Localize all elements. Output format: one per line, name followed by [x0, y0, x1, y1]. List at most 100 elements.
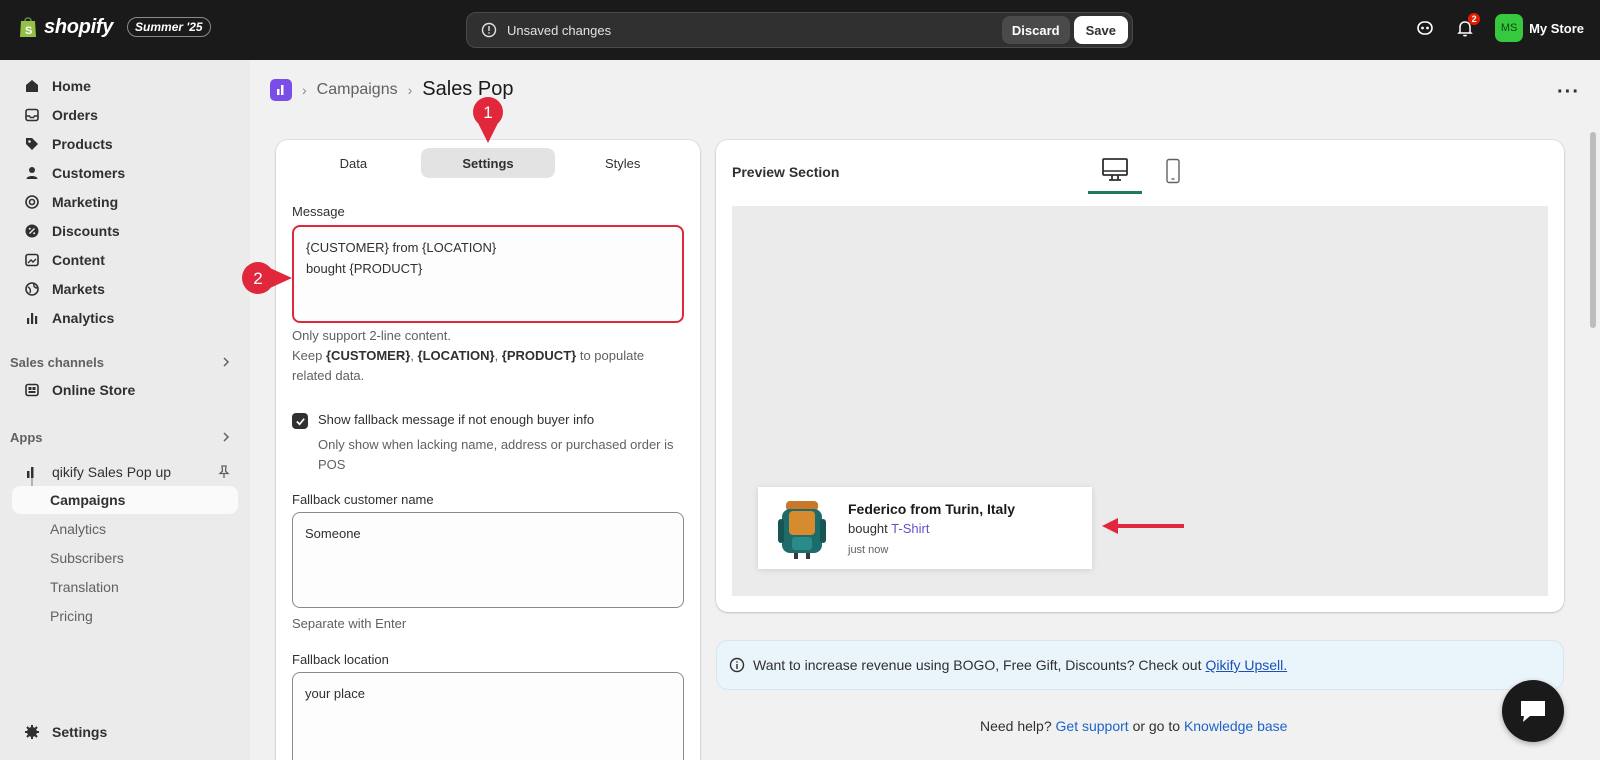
sidebar-item-marketing[interactable]: Marketing — [12, 188, 238, 216]
settings-card: Data Settings Styles Message {CUSTOMER} … — [276, 140, 700, 760]
sidebar-item-customers[interactable]: Customers — [12, 159, 238, 187]
save-button[interactable]: Save — [1073, 16, 1128, 44]
top-bar: S shopify Summer '25 Unsaved changes Dis… — [0, 0, 1600, 60]
pin-icon[interactable] — [216, 464, 232, 480]
sidebar-item-label: Discounts — [52, 223, 120, 239]
more-actions-icon[interactable]: ··· — [1557, 81, 1580, 104]
message-help-line-1: Only support 2-line content. — [292, 328, 451, 343]
sales-popup-preview[interactable]: Federico from Turin, Italy bought T-Shir… — [758, 487, 1092, 569]
sidebar-item-home[interactable]: Home — [12, 72, 238, 100]
fallback-name-textarea[interactable]: Someone — [292, 512, 684, 608]
popup-text: Federico from Turin, Italy bought T-Shir… — [848, 501, 1015, 556]
sidebar-subitem-analytics[interactable]: Analytics — [12, 515, 238, 543]
top-icons: 2 MS My Store — [1415, 13, 1584, 42]
chat-icon — [1521, 701, 1545, 722]
step-1-marker: 1 — [473, 97, 503, 143]
tab-settings[interactable]: Settings — [420, 148, 556, 178]
knowledge-base-link[interactable]: Knowledge base — [1184, 718, 1288, 734]
sidekick-icon[interactable] — [1415, 18, 1435, 38]
token-product: {PRODUCT} — [501, 348, 577, 363]
mobile-icon — [1166, 158, 1180, 184]
tag-icon — [26, 138, 38, 150]
sidebar-item-label: Settings — [52, 724, 108, 740]
sidebar: Home Orders Products Customers Marketing… — [0, 60, 250, 760]
preview-area: Federico from Turin, Italy bought T-Shir… — [732, 206, 1548, 596]
store-icon — [25, 383, 39, 397]
sidebar-subitem-campaigns[interactable]: Campaigns — [12, 486, 238, 514]
check-icon — [295, 417, 305, 425]
discard-button[interactable]: Discard — [1001, 16, 1070, 44]
globe-icon — [25, 282, 39, 296]
sidebar-item-orders[interactable]: Orders — [12, 101, 238, 129]
preview-card: Preview Section Federico from Turin, Ita… — [716, 140, 1564, 612]
popup-time: just now — [848, 543, 889, 556]
token-customer: {CUSTOMER} — [326, 348, 411, 363]
chat-button[interactable] — [1502, 680, 1564, 742]
sidebar-subitem-subscribers[interactable]: Subscribers — [12, 544, 238, 572]
page-scrollbar[interactable] — [1590, 132, 1596, 328]
sidebar-subitem-pricing[interactable]: Pricing — [12, 602, 238, 630]
banner-text: Want to increase revenue using BOGO, Fre… — [753, 657, 1202, 673]
step-2-marker: 2 — [242, 262, 292, 294]
popup-product-link[interactable]: T-Shirt — [891, 521, 929, 536]
sidebar-item-label: Orders — [52, 107, 98, 123]
gear-icon — [25, 725, 39, 739]
store-avatar: MS — [1495, 14, 1524, 42]
sidebar-item-analytics[interactable]: Analytics — [12, 304, 238, 332]
app-logo-icon[interactable] — [270, 78, 292, 101]
sidebar-item-markets[interactable]: Markets — [12, 275, 238, 303]
sidebar-item-label: qikify Sales Pop up — [52, 464, 172, 480]
chevron-right-icon — [223, 432, 230, 442]
sidebar-item-settings[interactable]: Settings — [12, 718, 238, 746]
fallback-checkbox-label: Show fallback message if not enough buye… — [318, 412, 595, 427]
sidebar-item-products[interactable]: Products — [12, 130, 238, 158]
mobile-view-tab[interactable] — [1146, 148, 1200, 194]
sales-channels-label: Sales channels — [10, 354, 104, 370]
shopify-logo[interactable]: S shopify Summer '25 — [18, 15, 211, 39]
help-line: Need help? Get support or go to Knowledg… — [980, 718, 1287, 734]
apps-heading[interactable]: Apps — [10, 427, 232, 447]
notification-badge: 2 — [1468, 13, 1481, 25]
help-prefix: Need help? — [980, 718, 1052, 734]
fallback-location-textarea[interactable]: your place — [292, 672, 684, 760]
step-2-number: 2 — [253, 269, 262, 288]
sidebar-item-label: Analytics — [52, 310, 115, 326]
sidebar-item-content[interactable]: Content — [12, 246, 238, 274]
edition-badge[interactable]: Summer '25 — [127, 17, 211, 37]
fallback-checkbox-help: Only show when lacking name, address or … — [318, 437, 674, 472]
person-icon — [26, 167, 38, 179]
store-menu[interactable]: MS My Store — [1495, 14, 1584, 42]
sidebar-item-online-store[interactable]: Online Store — [12, 376, 238, 404]
alert-circle-icon — [481, 22, 497, 38]
popup-bought-label: bought — [848, 520, 888, 536]
popup-bought-line: bought T-Shirt — [848, 521, 1015, 536]
sales-channels-heading[interactable]: Sales channels — [10, 352, 232, 372]
sidebar-item-discounts[interactable]: Discounts — [12, 217, 238, 245]
home-icon — [26, 80, 38, 92]
fallback-checkbox[interactable] — [292, 413, 308, 429]
qikify-upsell-link[interactable]: Qikify Upsell. — [1205, 657, 1287, 673]
store-name: My Store — [1529, 20, 1584, 36]
tabs: Data Settings Styles — [286, 148, 690, 178]
fallback-checkbox-row[interactable]: Show fallback message if not enough buye… — [292, 412, 594, 429]
message-help-keep: Keep — [292, 348, 323, 363]
get-support-link[interactable]: Get support — [1056, 718, 1129, 734]
info-icon — [729, 657, 745, 673]
brand-name: shopify — [44, 15, 114, 38]
message-textarea[interactable]: {CUSTOMER} from {LOCATION} bought {PRODU… — [292, 225, 684, 323]
desktop-view-tab[interactable] — [1088, 148, 1142, 194]
inbox-icon — [25, 108, 39, 122]
tab-data[interactable]: Data — [286, 148, 421, 178]
discount-icon — [25, 224, 39, 238]
fallback-location-label: Fallback location — [292, 652, 389, 667]
shopify-bag-icon: S — [20, 17, 36, 37]
tab-styles[interactable]: Styles — [555, 148, 690, 178]
sidebar-item-label: Marketing — [52, 194, 119, 210]
help-middle: or go to — [1132, 718, 1181, 734]
step-1-number: 1 — [483, 103, 492, 122]
breadcrumb-campaigns-link[interactable]: Campaigns — [317, 81, 398, 99]
sidebar-item-label: Home — [52, 78, 91, 94]
message-label: Message — [292, 204, 345, 219]
bell-icon[interactable]: 2 — [1455, 13, 1481, 38]
sidebar-subitem-translation[interactable]: Translation — [12, 573, 238, 601]
